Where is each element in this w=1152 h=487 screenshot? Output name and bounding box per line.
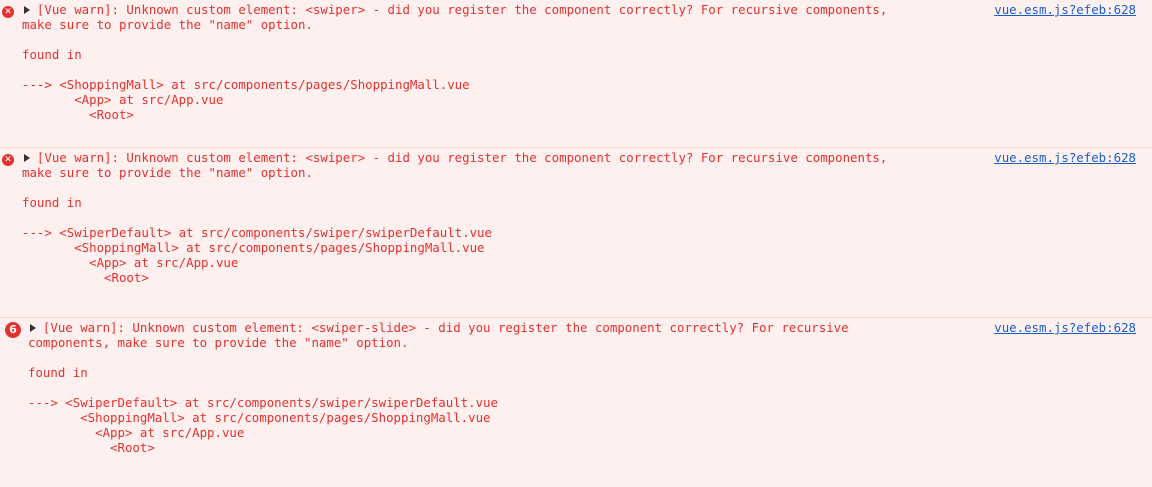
source-link[interactable]: vue.esm.js?efeb:628 <box>994 320 1136 335</box>
error-icon: ✕ <box>2 6 14 18</box>
console-message[interactable]: ✕ [Vue warn]: Unknown custom element: <s… <box>0 148 1152 318</box>
message-text: [Vue warn]: Unknown custom element: <swi… <box>22 150 888 285</box>
message-text: [Vue warn]: Unknown custom element: <swi… <box>28 320 849 455</box>
error-icon: ✕ <box>2 154 14 166</box>
source-link[interactable]: vue.esm.js?efeb:628 <box>994 2 1136 17</box>
console-message[interactable]: 6 [Vue warn]: Unknown custom element: <s… <box>0 318 1152 487</box>
message-text: [Vue warn]: Unknown custom element: <swi… <box>22 2 888 122</box>
console-panel: ✕ [Vue warn]: Unknown custom element: <s… <box>0 0 1152 487</box>
console-message[interactable]: ✕ [Vue warn]: Unknown custom element: <s… <box>0 0 1152 148</box>
repeat-count-badge: 6 <box>5 322 21 338</box>
source-link[interactable]: vue.esm.js?efeb:628 <box>994 150 1136 165</box>
